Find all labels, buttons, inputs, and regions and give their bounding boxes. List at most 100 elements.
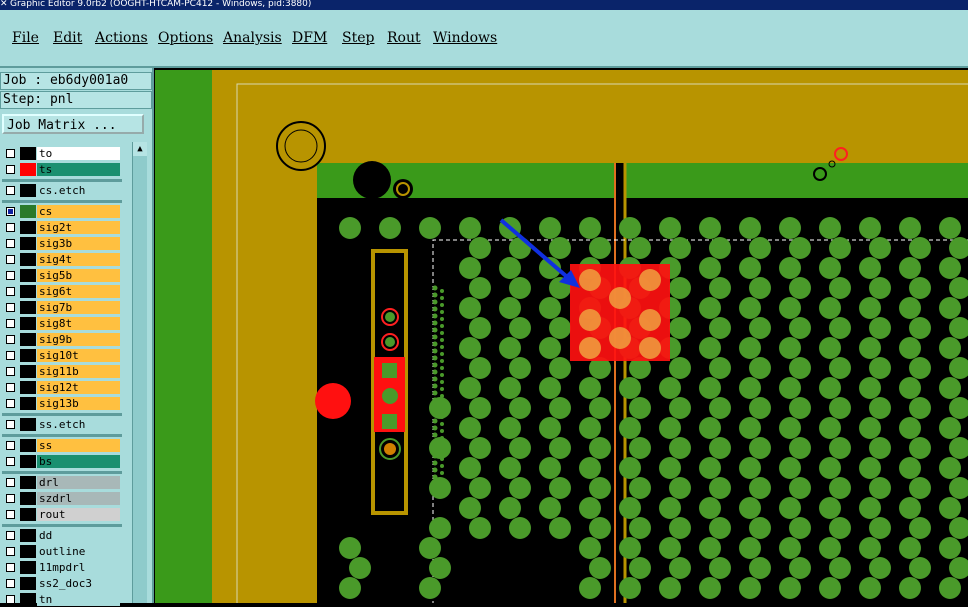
layer-checkbox[interactable]	[6, 547, 15, 556]
layer-name[interactable]: tn	[37, 593, 120, 606]
menu-options[interactable]: Options	[158, 30, 213, 46]
layer-name[interactable]: sig2t	[37, 221, 120, 234]
layer-row-sig2t[interactable]: sig2t	[2, 220, 122, 235]
layer-color-swatch[interactable]	[20, 439, 36, 452]
layer-name[interactable]: sig4t	[37, 253, 120, 266]
menu-windows[interactable]: Windows	[433, 30, 497, 46]
layer-name[interactable]: sig13b	[37, 397, 120, 410]
layer-name[interactable]: ss2_doc3	[37, 577, 120, 590]
layer-row-sig9b[interactable]: sig9b	[2, 332, 122, 347]
layer-checkbox[interactable]	[6, 303, 15, 312]
layer-checkbox[interactable]	[6, 579, 15, 588]
layer-checkbox[interactable]	[6, 239, 15, 248]
menu-edit[interactable]: Edit	[53, 30, 82, 46]
layer-row-drl[interactable]: drl	[2, 475, 122, 490]
layer-name[interactable]: dd	[37, 529, 120, 542]
layer-checkbox[interactable]	[6, 186, 15, 195]
layer-name[interactable]: cs	[37, 205, 120, 218]
layer-checkbox[interactable]	[6, 223, 15, 232]
layer-color-swatch[interactable]	[20, 455, 36, 468]
layer-name[interactable]: sig9b	[37, 333, 120, 346]
layer-name[interactable]: sig7b	[37, 301, 120, 314]
layer-name[interactable]: szdrl	[37, 492, 120, 505]
layer-name[interactable]: cs.etch	[37, 184, 120, 197]
layer-row-sig6t[interactable]: sig6t	[2, 284, 122, 299]
menu-actions[interactable]: Actions	[95, 30, 148, 46]
layer-checkbox[interactable]	[6, 457, 15, 466]
layer-row-ss[interactable]: ss	[2, 438, 122, 453]
layer-checkbox[interactable]	[6, 441, 15, 450]
layer-checkbox[interactable]	[6, 367, 15, 376]
layer-row-sig11b[interactable]: sig11b	[2, 364, 122, 379]
layer-color-swatch[interactable]	[20, 147, 36, 160]
layer-row-outline[interactable]: outline	[2, 544, 122, 559]
layer-row-ts[interactable]: ts	[2, 162, 122, 177]
layer-checkbox[interactable]	[6, 399, 15, 408]
layer-name[interactable]: bs	[37, 455, 120, 468]
layer-color-swatch[interactable]	[20, 221, 36, 234]
layer-row-cs[interactable]: cs	[2, 204, 122, 219]
layer-name[interactable]: sig5b	[37, 269, 120, 282]
layer-name[interactable]: sig8t	[37, 317, 120, 330]
layer-name[interactable]: ss.etch	[37, 418, 120, 431]
layer-name[interactable]: sig11b	[37, 365, 120, 378]
job-matrix-button[interactable]: Job Matrix ...	[2, 114, 144, 134]
layer-name[interactable]: sig10t	[37, 349, 120, 362]
layer-scrollbar[interactable]: ▲	[132, 142, 147, 603]
layer-color-swatch[interactable]	[20, 476, 36, 489]
layer-name[interactable]: sig12t	[37, 381, 120, 394]
layer-color-swatch[interactable]	[20, 237, 36, 250]
layer-color-swatch[interactable]	[20, 285, 36, 298]
layer-row-bs[interactable]: bs	[2, 454, 122, 469]
layer-name[interactable]: drl	[37, 476, 120, 489]
layer-color-swatch[interactable]	[20, 561, 36, 574]
layer-checkbox[interactable]	[6, 494, 15, 503]
layer-row-sig4t[interactable]: sig4t	[2, 252, 122, 267]
layer-color-swatch[interactable]	[20, 269, 36, 282]
layer-row-tn[interactable]: tn	[2, 592, 122, 607]
layer-checkbox[interactable]	[6, 165, 15, 174]
layer-color-swatch[interactable]	[20, 317, 36, 330]
layer-checkbox[interactable]	[6, 563, 15, 572]
layer-color-swatch[interactable]	[20, 397, 36, 410]
layer-name[interactable]: ss	[37, 439, 120, 452]
layer-checkbox[interactable]	[6, 478, 15, 487]
layer-color-swatch[interactable]	[20, 529, 36, 542]
layer-color-swatch[interactable]	[20, 381, 36, 394]
layer-checkbox[interactable]	[6, 287, 15, 296]
graphic-canvas[interactable]	[155, 70, 968, 603]
layer-color-swatch[interactable]	[20, 492, 36, 505]
board-view[interactable]	[155, 70, 968, 603]
layer-name[interactable]: 11mpdrl	[37, 561, 120, 574]
layer-row-sig13b[interactable]: sig13b	[2, 396, 122, 411]
layer-checkbox[interactable]	[6, 207, 15, 216]
layer-color-swatch[interactable]	[20, 508, 36, 521]
layer-checkbox[interactable]	[6, 149, 15, 158]
layer-color-swatch[interactable]	[20, 577, 36, 590]
menu-rout[interactable]: Rout	[387, 30, 421, 46]
layer-name[interactable]: rout	[37, 508, 120, 521]
layer-checkbox[interactable]	[6, 351, 15, 360]
layer-color-swatch[interactable]	[20, 418, 36, 431]
layer-checkbox[interactable]	[6, 335, 15, 344]
layer-row-ss.etch[interactable]: ss.etch	[2, 417, 122, 432]
layer-color-swatch[interactable]	[20, 163, 36, 176]
layer-name[interactable]: outline	[37, 545, 120, 558]
layer-color-swatch[interactable]	[20, 333, 36, 346]
layer-checkbox[interactable]	[6, 255, 15, 264]
layer-row-11mpdrl[interactable]: 11mpdrl	[2, 560, 122, 575]
layer-row-sig12t[interactable]: sig12t	[2, 380, 122, 395]
scroll-up-icon[interactable]: ▲	[133, 142, 147, 156]
layer-checkbox[interactable]	[6, 531, 15, 540]
layer-checkbox[interactable]	[6, 420, 15, 429]
layer-row-sig3b[interactable]: sig3b	[2, 236, 122, 251]
layer-row-rout[interactable]: rout	[2, 507, 122, 522]
layer-checkbox[interactable]	[6, 319, 15, 328]
layer-row-dd[interactable]: dd	[2, 528, 122, 543]
layer-name[interactable]: sig3b	[37, 237, 120, 250]
layer-row-sig7b[interactable]: sig7b	[2, 300, 122, 315]
layer-color-swatch[interactable]	[20, 253, 36, 266]
layer-color-swatch[interactable]	[20, 365, 36, 378]
layer-color-swatch[interactable]	[20, 205, 36, 218]
layer-color-swatch[interactable]	[20, 301, 36, 314]
